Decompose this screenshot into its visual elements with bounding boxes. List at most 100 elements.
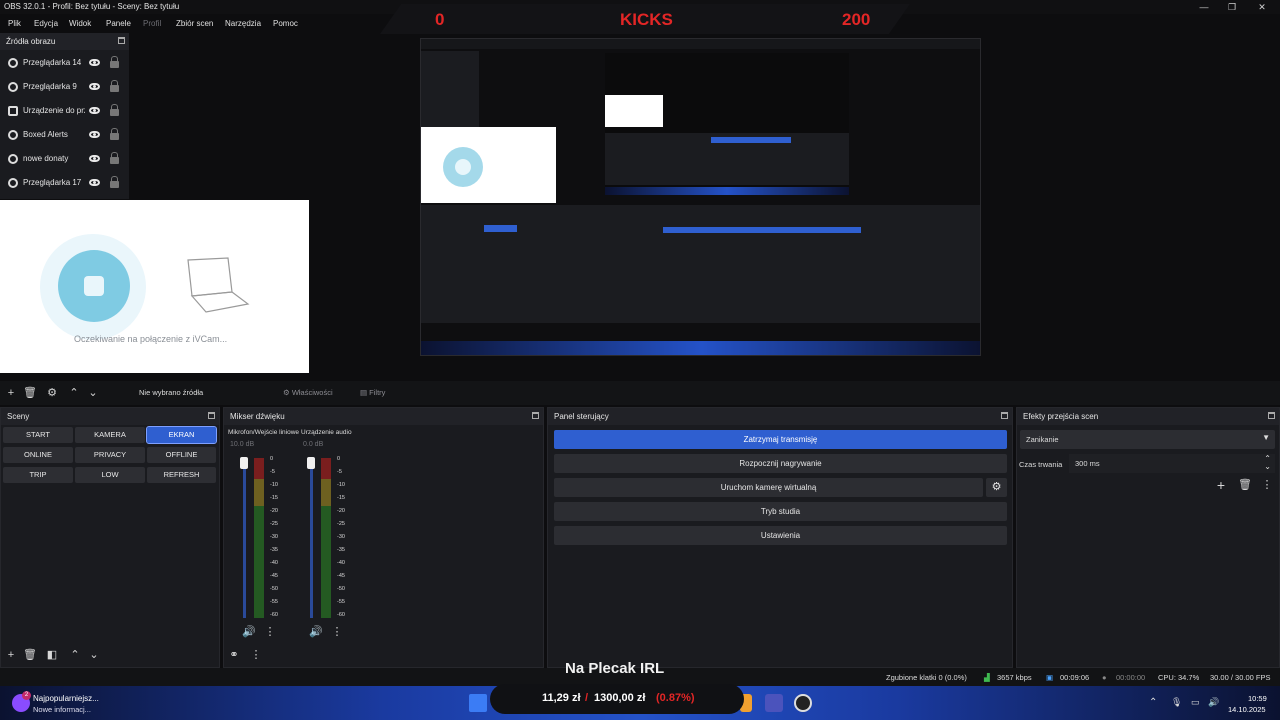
source-item[interactable]: Przeglądarka 14 — [0, 51, 129, 75]
kicks-counter-overlay: 0 KICKS 200 — [380, 4, 910, 34]
add-icon[interactable]: + — [4, 381, 18, 405]
scenes-header: Sceny — [1, 408, 219, 425]
menu-file[interactable]: Plik — [8, 19, 21, 28]
scene-offline[interactable]: OFFLINE — [147, 447, 216, 463]
chevron-up-icon[interactable]: ⌃ — [68, 643, 82, 667]
start-recording-button[interactable]: Rozpocznij nagrywanie — [554, 454, 1007, 473]
speaker-icon[interactable]: 🔊 — [309, 620, 323, 644]
network-icon[interactable]: ▭ — [1191, 697, 1200, 708]
stop-stream-button[interactable]: Zatrzymaj transmisję — [554, 430, 1007, 449]
menu-help[interactable]: Pomoc — [273, 19, 298, 28]
undock-icon[interactable] — [208, 412, 215, 419]
menu-edit[interactable]: Edycja — [34, 19, 58, 28]
link-icon[interactable]: ⚭ — [227, 643, 241, 667]
source-item[interactable]: Przeglądarka 17 — [0, 171, 129, 195]
preview-docks — [421, 205, 980, 323]
filters-button[interactable]: ▤ Filtry — [360, 388, 385, 397]
db-tick-label: -35 — [270, 547, 278, 553]
teams-icon[interactable] — [765, 694, 783, 712]
trash-icon[interactable]: 🗑 — [23, 381, 37, 405]
menu-docks[interactable]: Panele — [106, 19, 131, 28]
gear-icon[interactable]: ⚙ — [45, 381, 59, 405]
properties-button[interactable]: ⚙ Właściwości — [283, 388, 333, 397]
scene-refresh[interactable]: REFRESH — [147, 467, 216, 483]
preview-ivcam — [421, 127, 556, 203]
more-icon[interactable]: ⋮ — [1260, 473, 1274, 497]
trash-icon[interactable]: 🗑 — [1238, 473, 1252, 497]
maximize-icon[interactable]: ❐ — [1216, 0, 1248, 14]
menu-tools[interactable]: Narzędzia — [225, 19, 261, 28]
chevron-up-icon[interactable]: ⌃ — [67, 381, 81, 405]
lock-icon[interactable] — [110, 128, 119, 140]
menu-bar: Plik Edycja Widok Panele Profil Zbiór sc… — [0, 16, 420, 32]
db-tick-label: -15 — [337, 495, 345, 501]
eye-icon[interactable] — [89, 131, 100, 138]
duration-spinbox[interactable]: 300 ms ⌃ ⌄ — [1069, 454, 1275, 473]
menu-view[interactable]: Widok — [69, 19, 91, 28]
menu-scene-collection[interactable]: Zbiór scen — [176, 19, 213, 28]
scene-low[interactable]: LOW — [75, 467, 145, 483]
globe-icon — [8, 178, 18, 188]
add-scene-icon[interactable]: + — [4, 643, 18, 667]
db-tick-label: -40 — [337, 560, 345, 566]
slider-handle[interactable] — [307, 457, 315, 469]
spin-down-icon[interactable]: ⌄ — [1264, 462, 1271, 471]
db-tick-label: -30 — [270, 534, 278, 540]
windows-start-icon[interactable] — [469, 694, 487, 712]
db-tick-label: -30 — [337, 534, 345, 540]
phone-icon — [84, 276, 104, 296]
volume-slider[interactable] — [243, 460, 246, 618]
eye-icon[interactable] — [89, 59, 100, 66]
chevron-down-icon[interactable]: ⌄ — [87, 643, 101, 667]
speaker-icon[interactable]: 🔊 — [242, 620, 256, 644]
scene-start[interactable]: START — [3, 427, 73, 443]
scene-ekran[interactable]: EKRAN — [146, 426, 217, 444]
close-icon[interactable]: ✕ — [1246, 0, 1278, 14]
chevron-up-icon[interactable]: ⌃ — [1149, 697, 1157, 708]
chevron-down-icon[interactable]: ⌄ — [86, 381, 100, 405]
volume-slider[interactable] — [310, 460, 313, 618]
more-icon[interactable]: ⋮ — [330, 620, 344, 644]
menu-profile[interactable]: Profil — [143, 19, 161, 28]
eye-icon[interactable] — [89, 83, 100, 90]
db-tick-label: -5 — [270, 469, 275, 475]
virtual-camera-button[interactable]: Uruchom kamerę wirtualną — [554, 478, 983, 497]
db-tick-label: -25 — [337, 521, 345, 527]
transition-select[interactable]: Zanikanie ▼ — [1020, 430, 1275, 449]
scene-trip[interactable]: TRIP — [3, 467, 73, 483]
trash-icon[interactable]: 🗑 — [23, 643, 37, 667]
lock-icon[interactable] — [110, 176, 119, 188]
slider-handle[interactable] — [240, 457, 248, 469]
record-icon: ● — [1102, 673, 1107, 682]
scene-online[interactable]: ONLINE — [3, 447, 73, 463]
lock-icon[interactable] — [110, 80, 119, 92]
microphone-icon[interactable]: 🎙 — [1171, 697, 1182, 708]
studio-mode-button[interactable]: Tryb studia — [554, 502, 1007, 521]
settings-button[interactable]: Ustawienia — [554, 526, 1007, 545]
gear-icon[interactable]: ⚙ — [986, 478, 1007, 497]
volume-icon[interactable]: 🔊 — [1208, 697, 1219, 708]
lock-icon[interactable] — [110, 104, 119, 116]
source-label: Boxed Alerts — [23, 130, 68, 139]
scene-privacy[interactable]: PRIVACY — [75, 447, 145, 463]
filter-icon[interactable]: ◧ — [45, 643, 59, 667]
eye-icon[interactable] — [89, 107, 100, 114]
obs-icon[interactable] — [794, 694, 812, 712]
more-icon[interactable]: ⋮ — [263, 620, 277, 644]
lock-icon[interactable] — [110, 152, 119, 164]
source-item[interactable]: Przeglądarka 9 — [0, 75, 129, 99]
scene-kamera[interactable]: KAMERA — [75, 427, 145, 443]
undock-icon[interactable] — [118, 37, 125, 44]
program-preview[interactable] — [420, 38, 981, 356]
source-item[interactable]: Boxed Alerts — [0, 123, 129, 147]
undock-icon[interactable] — [1268, 412, 1275, 419]
more-icon[interactable]: ⋮ — [249, 643, 263, 667]
source-item[interactable]: nowe donaty — [0, 147, 129, 171]
eye-icon[interactable] — [89, 155, 100, 162]
eye-icon[interactable] — [89, 179, 100, 186]
undock-icon[interactable] — [1001, 412, 1008, 419]
source-item[interactable]: Urządzenie do przechwytywania — [0, 99, 129, 123]
lock-icon[interactable] — [110, 56, 119, 68]
add-icon[interactable]: + — [1214, 473, 1228, 497]
undock-icon[interactable] — [532, 412, 539, 419]
